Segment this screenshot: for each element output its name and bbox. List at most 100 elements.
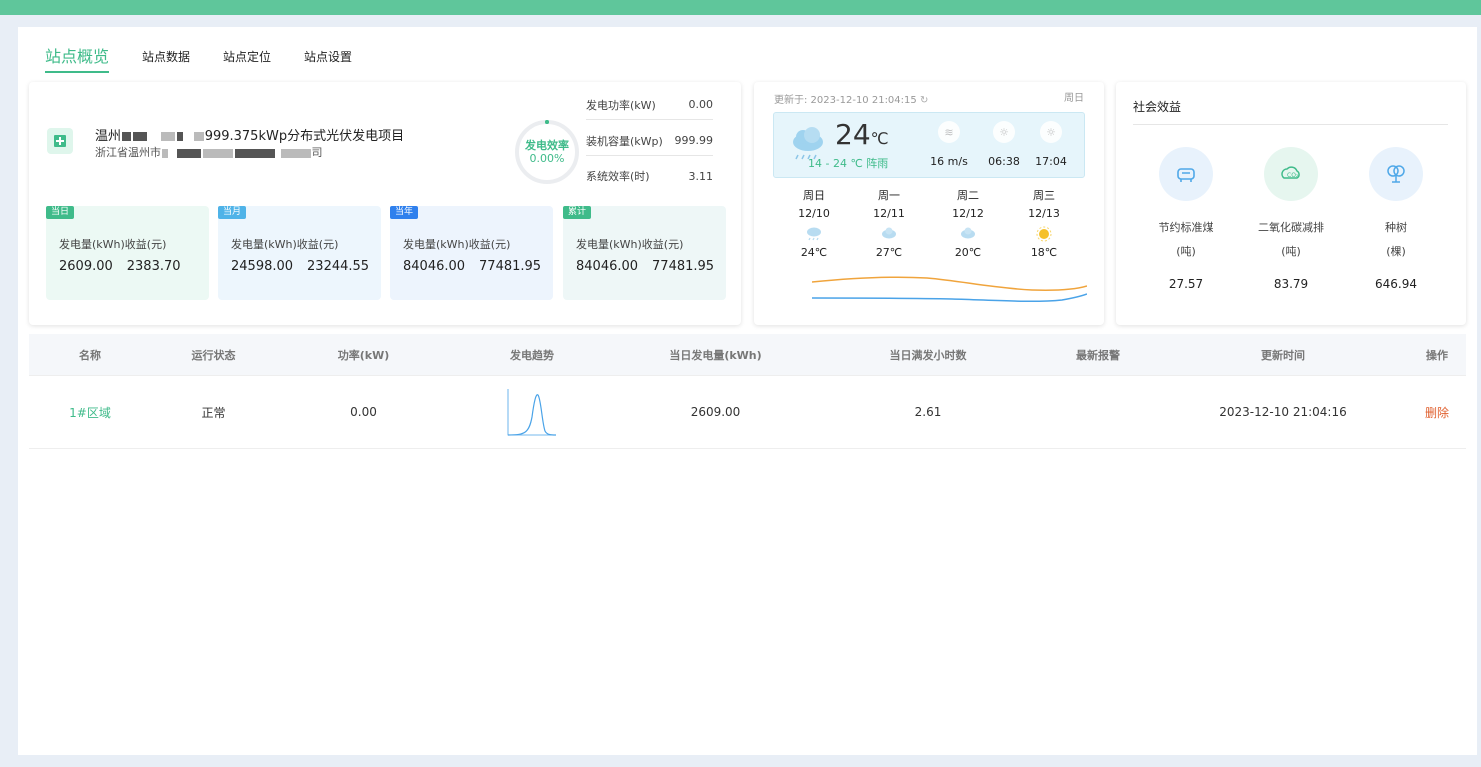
weather-updated: 更新于: 2023-12-10 21:04:15 ↻ xyxy=(774,91,928,106)
metric-efficiency-value: 3.11 xyxy=(688,169,714,183)
tab-overview[interactable]: 站点概览 xyxy=(45,43,110,73)
delete-button[interactable]: 删除 xyxy=(1408,376,1466,448)
weather-temp-unit: ℃ xyxy=(870,129,889,148)
high-temp-line xyxy=(812,276,1087,291)
forecast-weekday: 周三 xyxy=(1033,189,1055,202)
sunrise-value: 06:38 xyxy=(988,155,1020,168)
row-power: 0.00 xyxy=(350,405,377,419)
forecast-temp: 18℃ xyxy=(1030,246,1058,259)
temperature-trend-chart xyxy=(812,276,1087,303)
co2-reduction: CO₂ 二氧化碳减排 (吨) 83.79 xyxy=(1251,147,1331,291)
forecast-temp: 20℃ xyxy=(954,246,982,259)
stat-income: 77481.95 xyxy=(652,259,715,274)
tree-planting: 种树 (棵) 646.94 xyxy=(1356,147,1436,291)
station-address: 浙江省温州市 司 xyxy=(95,144,323,160)
weather-temp: 24℃ xyxy=(835,118,889,151)
wind-value: 16 m/s xyxy=(930,155,968,168)
co2-value: 83.79 xyxy=(1273,277,1309,291)
refresh-icon[interactable]: ↻ xyxy=(920,95,928,106)
weather-now: 24℃ 14 - 24 ℃ 阵雨 ≋ 16 m/s ☼ 06:38 ☼ 17:04 xyxy=(773,112,1085,178)
tab-data[interactable]: 站点数据 xyxy=(142,48,190,73)
coal-icon xyxy=(1159,147,1213,201)
cloud-icon xyxy=(943,226,993,242)
col-alarm: 最新报警 xyxy=(1076,348,1120,362)
stat-badge: 当年 xyxy=(390,206,419,219)
stat-values: 24598.00 23244.55 xyxy=(231,259,369,274)
row-updated: 2023-12-10 21:04:16 xyxy=(1219,405,1347,419)
sunset-value: 17:04 xyxy=(1035,155,1067,168)
stat-label: 发电量(kWh)收益(元) xyxy=(403,238,511,251)
forecast-date: 12/12 xyxy=(952,207,984,220)
sun-icon xyxy=(1019,226,1069,242)
stat-badge: 当月 xyxy=(218,206,247,219)
low-temp-line xyxy=(812,293,1087,303)
stat-gen: 2609.00 xyxy=(59,259,113,274)
station-name-prefix: 温州 xyxy=(95,129,122,144)
row-full-hours: 2.61 xyxy=(914,405,942,419)
sunrise-icon: ☼ xyxy=(993,121,1015,143)
efficiency-value: 0.00% xyxy=(529,152,565,165)
stat-income: 77481.95 xyxy=(479,259,542,274)
stat-gen: 84046.00 xyxy=(576,259,639,274)
forecast-day: 周二 12/12 20℃ xyxy=(943,187,993,263)
stat-total: 累计 发电量(kWh)收益(元) 84046.00 77481.95 xyxy=(563,206,726,300)
tree-icon xyxy=(1369,147,1423,201)
forecast-temp: 24℃ xyxy=(800,246,828,259)
snow-cloud-icon xyxy=(789,226,839,242)
station-tabs: 站点概览 站点数据 站点定位 站点设置 xyxy=(45,41,352,73)
social-card: 社会效益 节约标准煤 (吨) 27.57 CO₂ 二氧化碳减排 (吨) 83.7… xyxy=(1116,82,1466,325)
forecast-date: 12/13 xyxy=(1028,207,1060,220)
stat-badge: 当日 xyxy=(46,206,75,219)
efficiency-label: 发电效率 xyxy=(525,139,569,152)
forecast-day: 周日 12/10 24℃ xyxy=(789,187,839,263)
wind-icon: ≋ xyxy=(938,121,960,143)
forecast-day: 周三 12/13 18℃ xyxy=(1019,187,1069,263)
col-action: 操作 xyxy=(1426,348,1448,362)
sunrise: ☼ 06:38 xyxy=(984,121,1024,168)
co2-icon: CO₂ xyxy=(1264,147,1318,201)
stat-today: 当日 发电量(kWh)收益(元) 2609.00 2383.70 xyxy=(46,206,209,300)
tree-unit: (棵) xyxy=(1386,245,1406,258)
row-trend xyxy=(451,376,613,448)
weather-card: 更新于: 2023-12-10 21:04:15 ↻ 周日 24℃ 14 - 2… xyxy=(754,82,1104,325)
row-daily-gen: 2609.00 xyxy=(690,405,741,419)
metric-capacity-label: 装机容量(kWp) xyxy=(586,134,663,148)
col-status: 运行状态 xyxy=(191,348,236,362)
stat-values: 84046.00 77481.95 xyxy=(576,259,714,274)
stat-month: 当月 发电量(kWh)收益(元) 24598.00 23244.55 xyxy=(218,206,381,300)
coal-name: 节约标准煤 xyxy=(1158,221,1214,234)
col-full-hours: 当日满发小时数 xyxy=(889,348,967,362)
stat-values: 84046.00 77481.95 xyxy=(403,259,541,274)
left-strip xyxy=(0,15,5,767)
stat-label: 发电量(kWh)收益(元) xyxy=(576,238,684,251)
station-name-suffix: 999.375kWp分布式光伏发电项目 xyxy=(204,129,405,144)
co2-unit: (吨) xyxy=(1281,245,1301,258)
row-status: 正常 xyxy=(201,405,226,420)
stat-badge: 累计 xyxy=(563,206,592,219)
forecast-temp: 27℃ xyxy=(875,246,903,259)
col-updated: 更新时间 xyxy=(1261,348,1305,362)
tab-location[interactable]: 站点定位 xyxy=(223,48,271,73)
forecast-day: 周一 12/11 27℃ xyxy=(864,187,914,263)
table-row: 1#区域 正常 0.00 2609.00 2.61 2023-12-10 21:… xyxy=(29,376,1466,449)
stat-year: 当年 发电量(kWh)收益(元) 84046.00 77481.95 xyxy=(390,206,553,300)
sunset-icon: ☼ xyxy=(1040,121,1062,143)
col-power: 功率(kW) xyxy=(337,348,390,362)
coal-unit: (吨) xyxy=(1176,245,1196,258)
tree-value: 646.94 xyxy=(1375,277,1417,291)
forecast-weekday: 周日 xyxy=(803,189,825,202)
tab-settings[interactable]: 站点设置 xyxy=(304,48,352,73)
coal-saving: 节约标准煤 (吨) 27.57 xyxy=(1146,147,1226,291)
station-card: 温州 999.375kWp分布式光伏发电项目 浙江省温州市 司 发电效率 0.0… xyxy=(29,82,741,325)
stat-income: 23244.55 xyxy=(307,259,370,274)
station-address-prefix: 浙江省温州市 xyxy=(95,146,161,159)
cloud-icon xyxy=(864,226,914,242)
table-header: 名称 运行状态 功率(kW) 发电趋势 当日发电量(kWh) 当日满发小时数 最… xyxy=(29,334,1466,376)
top-bar xyxy=(0,0,1481,15)
row-alarm xyxy=(1038,376,1158,448)
row-name-link[interactable]: 1#区域 xyxy=(29,376,151,448)
forecast-date: 12/11 xyxy=(873,207,905,220)
metric-power: 发电功率(kW) 0.00 xyxy=(586,90,713,120)
stat-income: 2383.70 xyxy=(126,259,181,274)
coal-value: 27.57 xyxy=(1168,277,1204,291)
